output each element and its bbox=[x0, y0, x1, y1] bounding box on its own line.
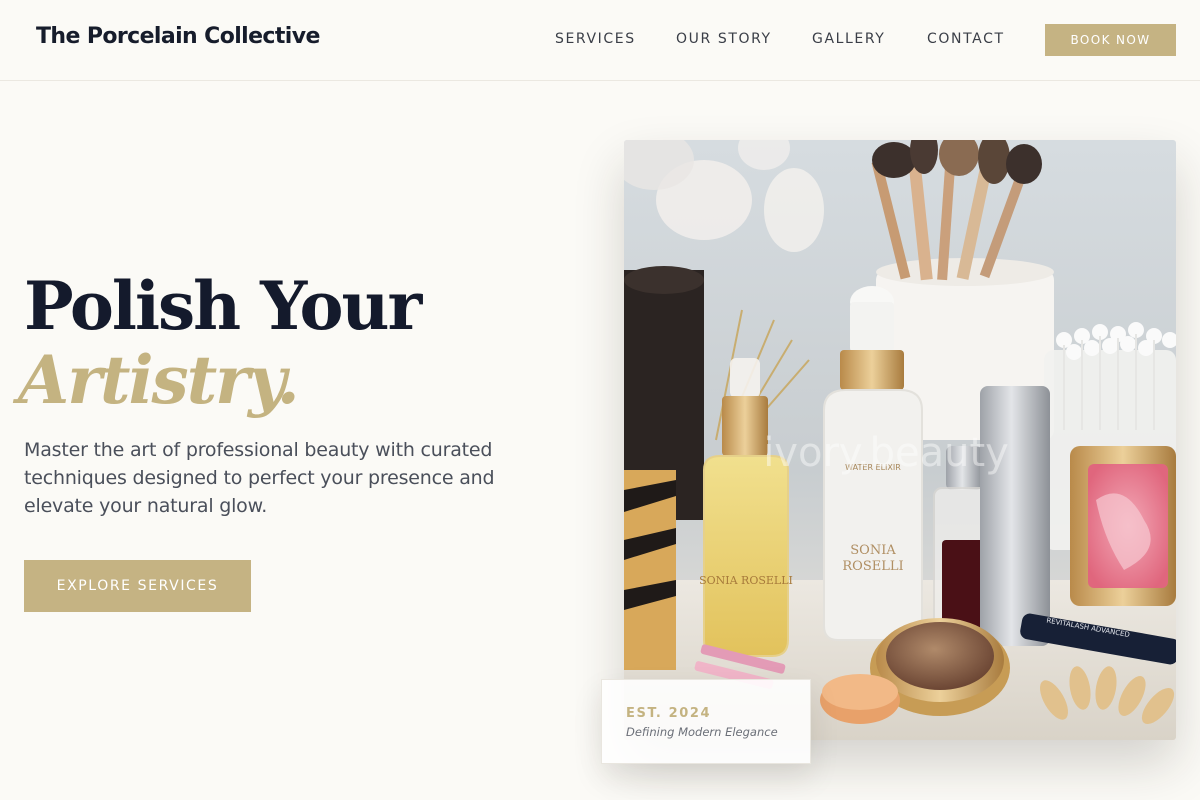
nav-contact[interactable]: CONTACT bbox=[927, 31, 1005, 47]
nav-services[interactable]: SERVICES bbox=[555, 31, 636, 47]
nav-our-story[interactable]: OUR STORY bbox=[676, 31, 772, 47]
established-year: EST. 2024 bbox=[626, 706, 712, 721]
brand-logo[interactable]: The Porcelain Collective bbox=[36, 24, 320, 49]
established-tagline: Defining Modern Elegance bbox=[626, 725, 778, 739]
hero-description: Master the art of professional beauty wi… bbox=[24, 439, 495, 517]
serum-label: SONIA ROSELLI bbox=[699, 574, 793, 587]
elixir-brand-line1: SONIA bbox=[850, 543, 896, 558]
explore-services-button[interactable]: EXPLORE SERVICES bbox=[24, 560, 251, 612]
hero-title: Polish Your bbox=[24, 267, 422, 345]
hero-title-accent: Artistry. bbox=[18, 341, 300, 419]
watermark-text: ivory.beauty bbox=[763, 430, 1009, 476]
hero-product-image: SONIA ROSELLI WATER ELIXIR SONIA ROSELLI… bbox=[624, 140, 1176, 740]
site-header: The Porcelain Collective SERVICES OUR ST… bbox=[0, 0, 1200, 81]
elixir-brand-line2: ROSELLI bbox=[842, 559, 903, 574]
book-now-button[interactable]: BOOK NOW bbox=[1045, 24, 1176, 56]
nav-gallery[interactable]: GALLERY bbox=[812, 31, 885, 47]
established-card: EST. 2024 Defining Modern Elegance bbox=[601, 679, 811, 764]
